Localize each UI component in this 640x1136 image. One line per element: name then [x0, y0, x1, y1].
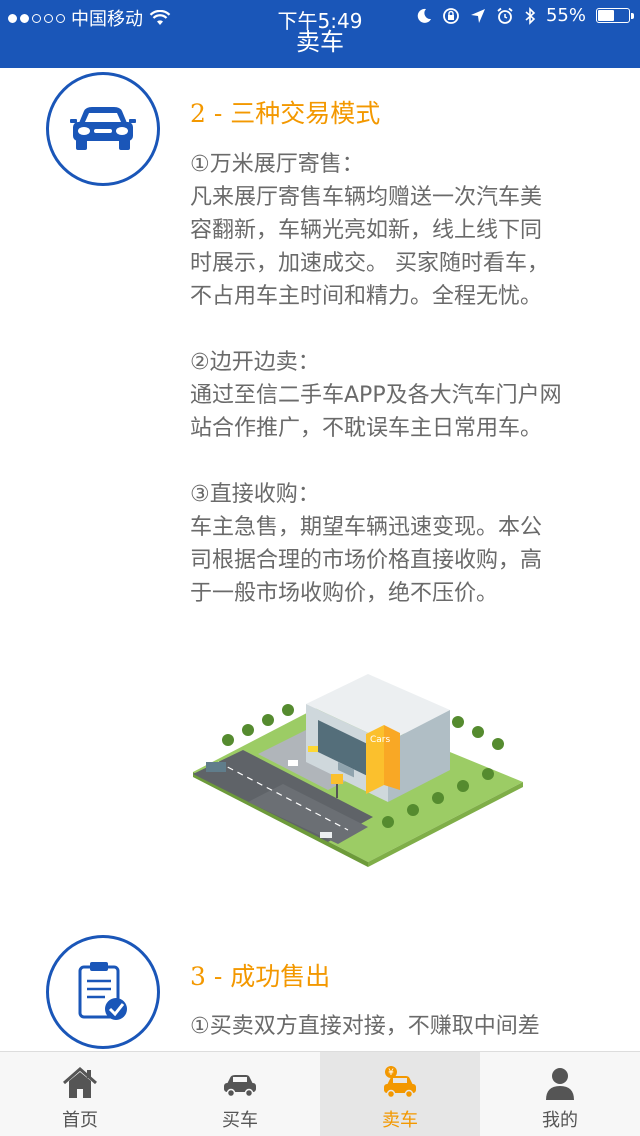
home-icon — [63, 1067, 97, 1098]
paragraph-line: 车主急售，期望车辆迅速变现。本公 — [190, 515, 543, 540]
tab-home[interactable]: 首页 — [0, 1052, 160, 1136]
car-icon — [70, 107, 136, 150]
tab-label: 我的 — [542, 1110, 578, 1131]
clipboard-check-icon — [78, 962, 127, 1020]
section-title-sold: 3 - 成功售出 — [190, 962, 331, 991]
section-clipboard-icon-badge — [46, 935, 160, 1049]
sell-car-icon: ¥ — [384, 1066, 416, 1099]
section-body-trade-modes: ①万米展厅寄售： 凡来展厅寄售车辆均赠送一次汽车美 容翻新，车辆光亮如新，线上线… — [190, 148, 620, 643]
tab-profile[interactable]: 我的 — [480, 1052, 640, 1136]
paragraph-line: 时展示，加速成交。 买家随时看车， — [190, 251, 549, 276]
paragraph-line: 通过至信二手车APP及各大汽车门户网 — [190, 383, 562, 408]
paragraph-line: ①买卖双方直接对接，不赚取中间差 — [190, 1014, 540, 1039]
battery-icon — [596, 8, 634, 23]
user-icon — [546, 1068, 574, 1100]
tab-buy-car[interactable]: 买车 — [160, 1052, 320, 1136]
page-title: 卖车 — [296, 28, 344, 56]
paragraph-heading: ①万米展厅寄售： — [190, 152, 364, 177]
paragraph-consignment: ①万米展厅寄售： 凡来展厅寄售车辆均赠送一次汽车美 容翻新，车辆光亮如新，线上线… — [190, 148, 620, 313]
paragraph-heading: ②边开边卖： — [190, 350, 320, 375]
dealership-sign-text: Cars — [370, 735, 390, 745]
paragraph-line: 于一般市场收购价，绝不压价。 — [190, 581, 499, 606]
tab-label: 卖车 — [382, 1110, 418, 1131]
svg-text:¥: ¥ — [388, 1068, 394, 1078]
section-body-sold: ①买卖双方直接对接，不赚取中间差 — [190, 1010, 620, 1043]
section-title-trade-modes: 2 - 三种交易模式 — [190, 99, 381, 128]
tab-sell-car[interactable]: ¥ 卖车 — [320, 1052, 480, 1136]
bottom-tab-bar: 首页 买车 ¥ 卖车 我的 — [0, 1051, 640, 1136]
paragraph-line: 站合作推广，不耽误车主日常用车。 — [190, 416, 543, 441]
app-header: 中国移动 下午5:49 55% 卖车 — [0, 0, 640, 68]
paragraph-line: 凡来展厅寄售车辆均赠送一次汽车美 — [190, 185, 543, 210]
section-car-icon-badge — [46, 72, 160, 186]
tab-label: 买车 — [222, 1110, 258, 1131]
paragraph-direct-purchase: ③直接收购： 车主急售，期望车辆迅速变现。本公 司根据合理的市场价格直接收购，高… — [190, 478, 620, 610]
paragraph-line: 司根据合理的市场价格直接收购，高 — [190, 548, 543, 573]
paragraph-line: 不占用车主时间和精力。全程无忧。 — [190, 284, 543, 309]
paragraph-heading: ③直接收购： — [190, 482, 320, 507]
car-icon — [224, 1075, 256, 1098]
tab-label: 首页 — [62, 1110, 98, 1131]
paragraph-drive-and-sell: ②边开边卖： 通过至信二手车APP及各大汽车门户网 站合作推广，不耽误车主日常用… — [190, 346, 620, 445]
dealership-illustration: Cars — [193, 674, 523, 867]
paragraph-line: 容翻新，车辆光亮如新，线上线下同 — [190, 218, 543, 243]
